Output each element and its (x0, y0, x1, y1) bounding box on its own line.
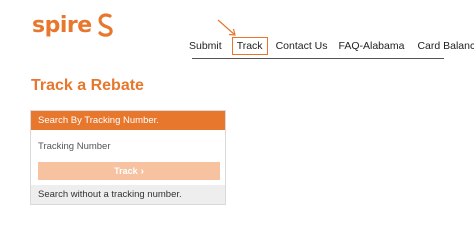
page-title: Track a Rebate (31, 77, 144, 94)
main-nav: Submit Track Contact Us FAQ-Alabama Card… (189, 37, 474, 55)
tracking-number-label: Tracking Number (38, 141, 111, 152)
nav-item-track[interactable]: Track (231, 37, 268, 55)
nav-item-card-balance[interactable]: Card Balance (417, 40, 474, 52)
track-button-label: Track (114, 166, 138, 176)
chevron-right-icon: › (140, 165, 144, 177)
brand-logo[interactable]: spire (32, 12, 117, 38)
search-without-tracking-link[interactable]: Search without a tracking number. (31, 185, 225, 204)
track-button[interactable]: Track › (38, 162, 220, 180)
nav-item-faq-alabama[interactable]: FAQ-Alabama (339, 40, 405, 52)
arrow-pointer-icon (217, 19, 236, 36)
nav-divider (192, 58, 444, 59)
nav-item-contact-us[interactable]: Contact Us (276, 40, 328, 52)
panel-header: Search By Tracking Number. (31, 111, 225, 130)
brand-name: spire (32, 12, 92, 38)
tracking-search-panel: Search By Tracking Number. Tracking Numb… (30, 110, 226, 205)
spire-swirl-icon (98, 13, 113, 37)
nav-item-submit[interactable]: Submit (189, 40, 222, 52)
